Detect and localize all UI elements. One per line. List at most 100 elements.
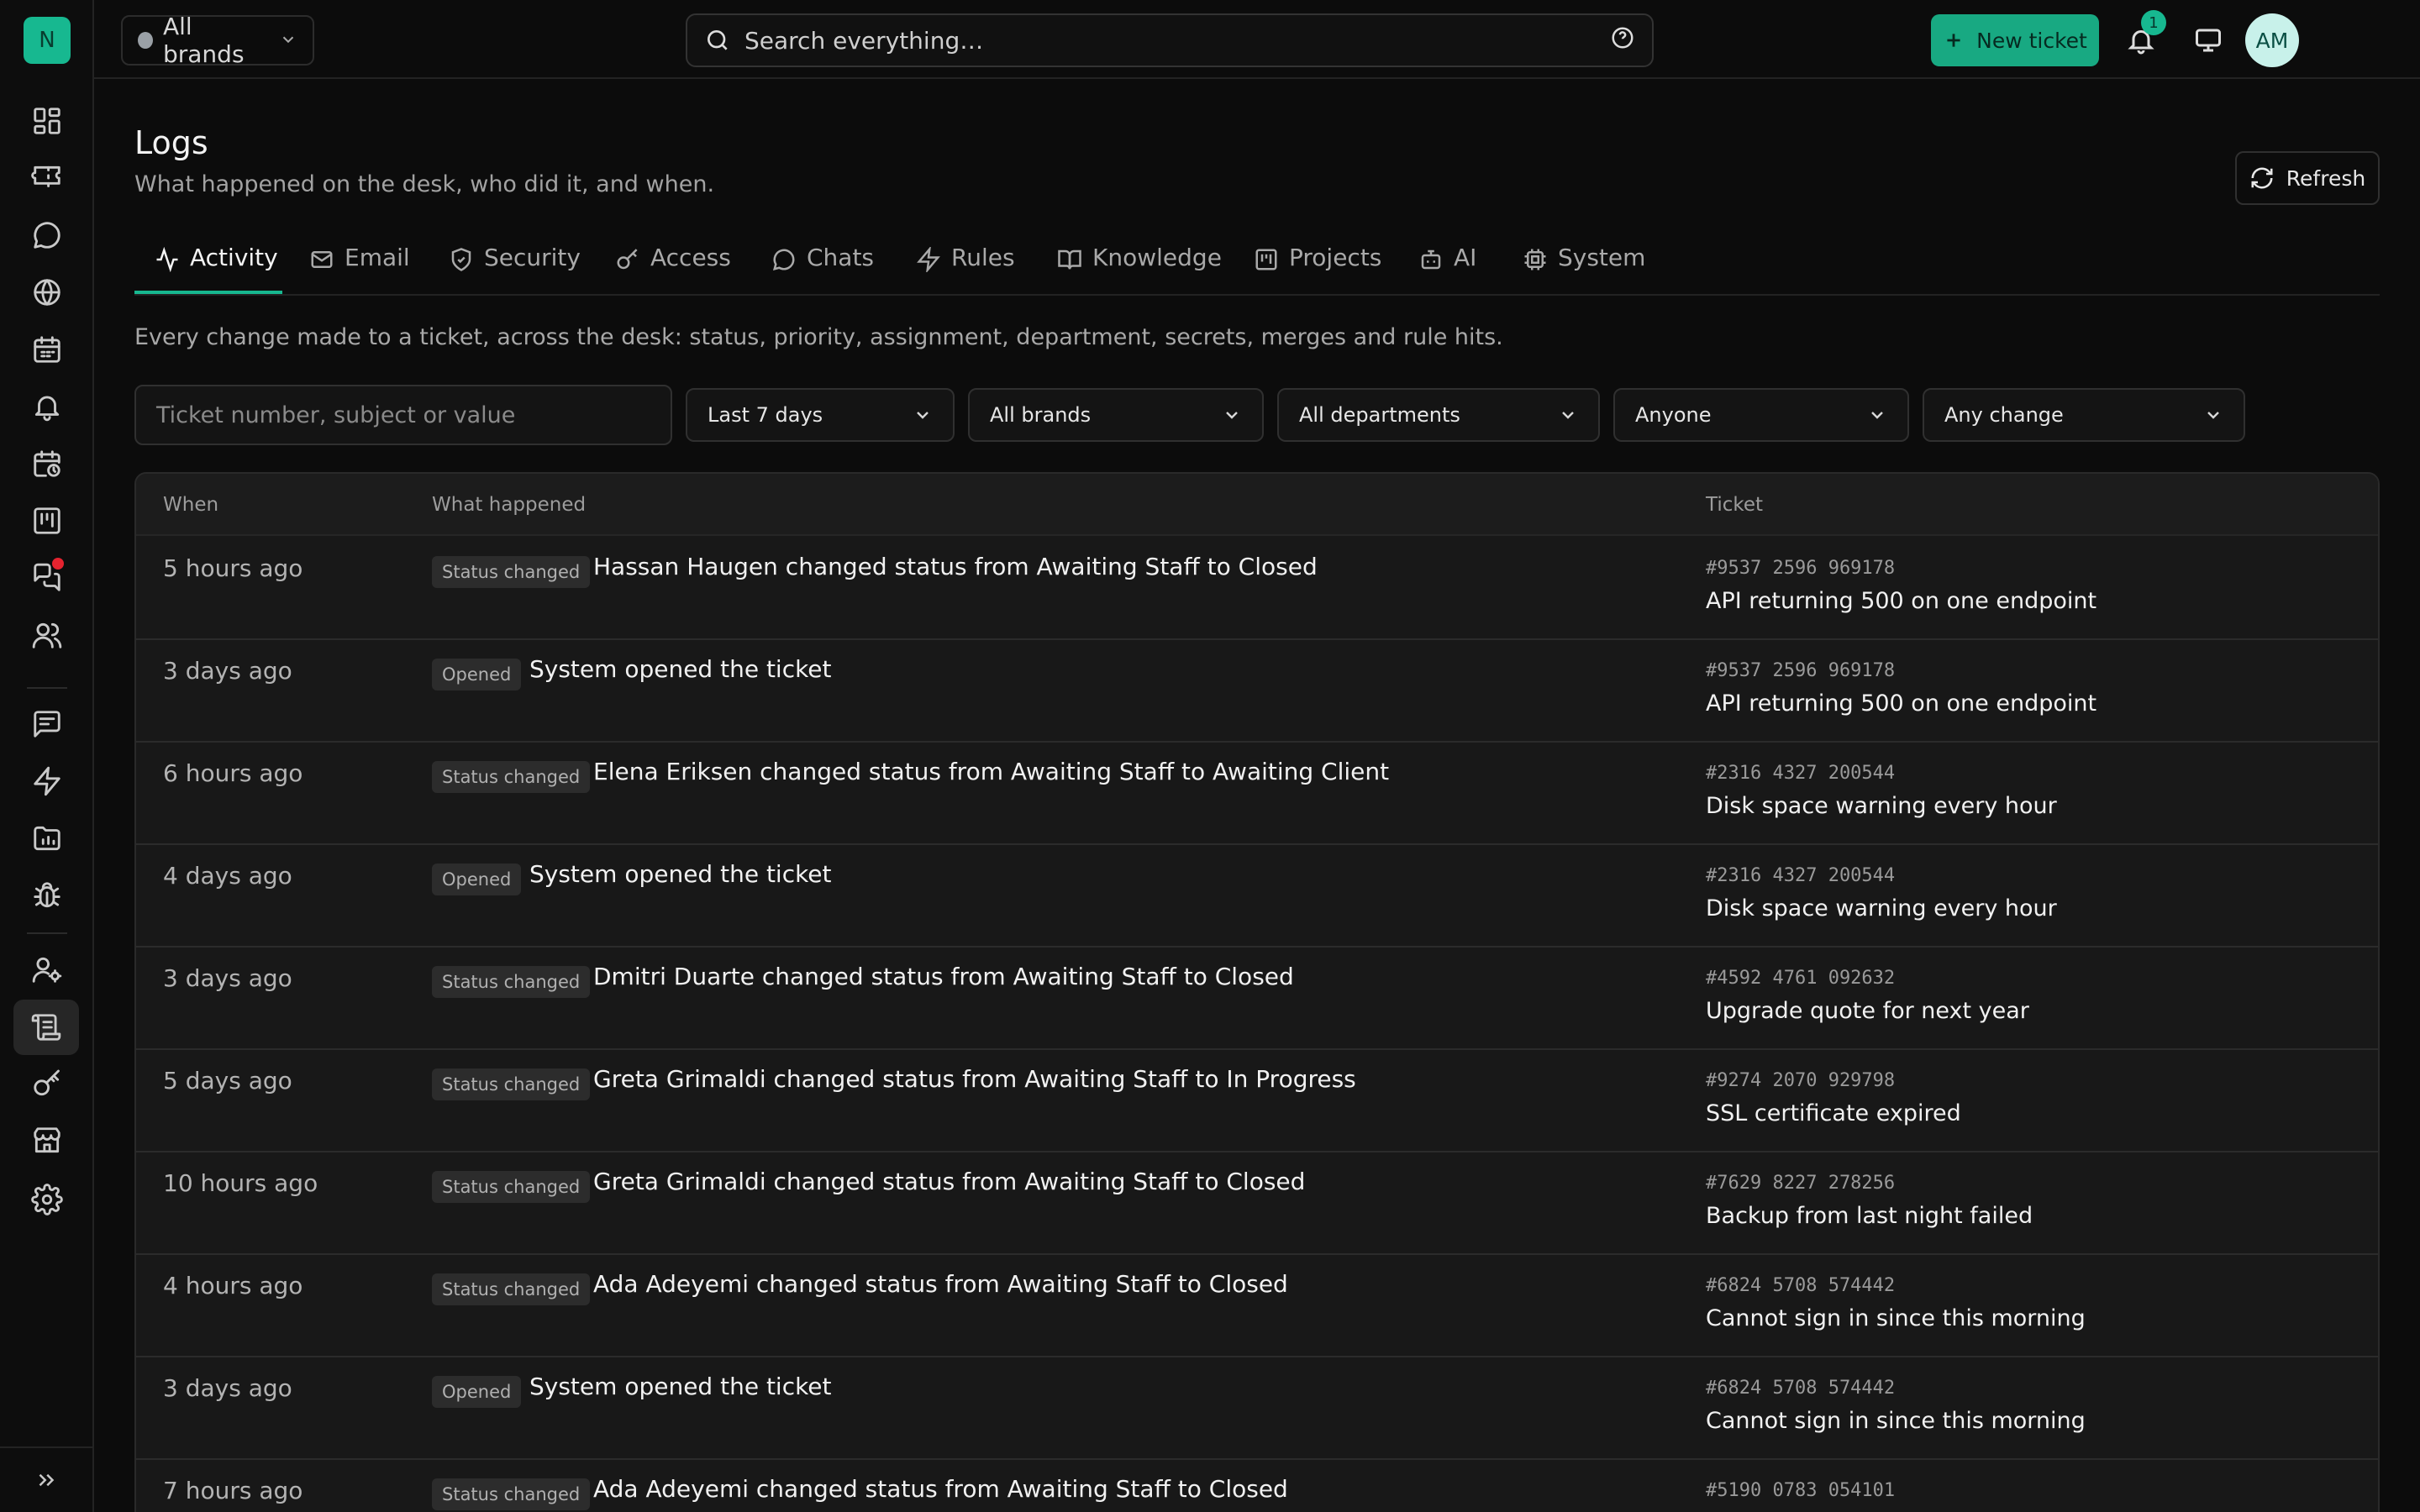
table-row[interactable]: 5 hours ago Status changed Hassan Haugen c… — [136, 538, 2378, 640]
global-search-input[interactable]: Search everything… — [686, 13, 1654, 67]
brand-filter-select[interactable]: All brands — [968, 388, 1264, 442]
brand-switcher[interactable]: All brands — [121, 13, 314, 68]
sidebar-item-board[interactable] — [24, 497, 71, 544]
sidebar-item-globe[interactable] — [24, 269, 71, 316]
sidebar-item-tickets[interactable] — [24, 155, 71, 202]
workspace-logo[interactable]: N — [24, 17, 71, 64]
table-row[interactable]: 5 days ago Status changed Greta Grimaldi c… — [136, 1050, 2378, 1152]
table-row[interactable]: 4 hours ago Status changed Ada Adeyemi cha… — [136, 1255, 2378, 1357]
date-range-select[interactable]: Last 7 days — [686, 388, 955, 442]
table-row[interactable]: 3 days ago Opened System opened the ticket… — [136, 1357, 2378, 1460]
ticket-number-link[interactable]: #2316 4327 200544 — [1706, 763, 1895, 784]
column-header-when: When — [163, 494, 219, 516]
change-type-badge: Opened — [432, 1376, 522, 1408]
chat-bubble-icon — [34, 222, 60, 249]
chevron-down-icon — [1871, 412, 1883, 419]
ticket-number-link[interactable]: #6824 5708 574442 — [1706, 1275, 1895, 1296]
calendar-icon — [34, 336, 60, 363]
tab-security[interactable]: Security — [449, 235, 581, 296]
ticket-number-link[interactable]: #9537 2596 969178 — [1706, 660, 1895, 681]
kanban-icon — [1255, 249, 1277, 270]
change-type-badge: Status changed — [432, 1273, 591, 1305]
table-row[interactable]: 6 hours ago Status changed Elena Eriksen c… — [136, 743, 2378, 845]
row-description: Greta Grimaldi changed status from Await… — [593, 1168, 1306, 1195]
ticket-number-link[interactable]: #4592 4761 092632 — [1706, 968, 1895, 989]
table-row[interactable]: 10 hours ago Status changed Greta Grimaldi… — [136, 1152, 2378, 1255]
chevron-down-icon — [917, 412, 929, 419]
ticket-number-link[interactable]: #2316 4327 200544 — [1706, 865, 1895, 886]
key-icon — [34, 1069, 60, 1096]
tab-rules[interactable]: Rules — [916, 235, 1015, 296]
refresh-button[interactable]: Refresh — [2235, 151, 2380, 205]
sidebar-item-user-settings[interactable] — [24, 946, 71, 993]
sidebar-item-messages[interactable] — [24, 554, 71, 601]
department-filter-select[interactable]: All departments — [1277, 388, 1600, 442]
change-type-filter-select[interactable]: Any change — [1923, 388, 2245, 442]
help-circle-icon[interactable] — [1610, 25, 1635, 56]
sidebar-item-users[interactable] — [24, 612, 71, 659]
ticket-number-link[interactable]: #9274 2070 929798 — [1706, 1070, 1895, 1091]
sidebar-item-keys[interactable] — [24, 1060, 71, 1107]
table-row[interactable]: 3 days ago Opened System opened the ticket… — [136, 640, 2378, 743]
ticket-number-link[interactable]: #6824 5708 574442 — [1706, 1378, 1895, 1399]
tab-activity[interactable]: Activity — [155, 235, 278, 296]
tab-knowledge[interactable]: Knowledge — [1057, 235, 1222, 296]
new-ticket-button[interactable]: New ticket — [1931, 14, 2099, 66]
ticket-number-link[interactable]: #9537 2596 969178 — [1706, 558, 1895, 579]
table-row[interactable]: 4 days ago Opened System opened the ticket… — [136, 845, 2378, 948]
actor-filter-select[interactable]: Anyone — [1613, 388, 1909, 442]
department-filter-value: All departments — [1299, 403, 1460, 427]
bot-icon — [1421, 249, 1441, 270]
display-mode-button[interactable] — [2188, 20, 2228, 60]
row-when: 6 hours ago — [163, 759, 303, 787]
sidebar-divider — [27, 687, 67, 689]
ticket-number-link[interactable]: #7629 8227 278256 — [1706, 1173, 1895, 1194]
row-when: 5 hours ago — [163, 554, 303, 582]
row-description: Greta Grimaldi changed status from Await… — [593, 1065, 1356, 1093]
ticket-subject: Cannot sign in since this morning — [1706, 1408, 2086, 1434]
folder-chart-icon — [34, 826, 60, 851]
sidebar-item-schedule[interactable] — [24, 440, 71, 487]
tab-access[interactable]: Access — [615, 235, 731, 296]
tab-system[interactable]: System — [1523, 235, 1645, 296]
sidebar-item-calendar[interactable] — [24, 326, 71, 373]
sidebar-item-chats[interactable] — [24, 212, 71, 259]
column-header-ticket: Ticket — [1706, 494, 1764, 516]
ticket-icon — [31, 165, 60, 187]
sidebar-item-store[interactable] — [24, 1117, 71, 1164]
unread-dot — [52, 558, 64, 570]
sidebar-item-reports[interactable] — [24, 815, 71, 862]
tab-ai[interactable]: AI — [1418, 235, 1476, 296]
shield-check-icon — [451, 248, 471, 271]
change-type-badge: Status changed — [432, 1478, 591, 1510]
table-row[interactable]: 3 days ago Status changed Dmitri Duarte ch… — [136, 948, 2378, 1050]
sidebar-item-settings[interactable] — [24, 1176, 71, 1223]
zap-icon — [34, 766, 60, 796]
brand-color-dot — [138, 32, 153, 49]
sidebar-divider-2 — [27, 932, 67, 934]
sidebar-item-dashboard[interactable] — [24, 97, 71, 144]
expand-sidebar-button[interactable] — [0, 1446, 92, 1512]
book-open-icon — [1058, 249, 1081, 270]
ticket-filter-input[interactable]: Ticket number, subject or value — [134, 385, 672, 445]
chevrons-right-icon — [39, 1473, 55, 1487]
sidebar-item-notifications[interactable] — [24, 383, 71, 430]
dashboard-icon — [34, 108, 60, 134]
table-row[interactable]: 7 hours ago Status changed Ada Adeyemi cha… — [136, 1460, 2378, 1512]
tab-chats[interactable]: Chats — [771, 235, 874, 296]
sidebar-item-bugs[interactable] — [24, 872, 71, 919]
tab-projects[interactable]: Projects — [1254, 235, 1381, 296]
sidebar-item-logs[interactable] — [13, 1000, 79, 1055]
sidebar-item-automations[interactable] — [24, 758, 71, 805]
ticket-number-link[interactable]: #5190 0783 054101 — [1706, 1480, 1895, 1501]
change-type-filter-value: Any change — [1944, 403, 2064, 427]
tab-email[interactable]: Email — [309, 235, 410, 296]
sidebar-item-articles[interactable] — [24, 701, 71, 748]
ticket-subject: Disk space warning every hour — [1706, 793, 2057, 819]
row-description: Hassan Haugen changed status from Awaiti… — [593, 553, 1318, 580]
store-icon — [34, 1127, 60, 1153]
mail-icon — [311, 251, 333, 268]
ticket-subject: API returning 500 on one endpoint — [1706, 690, 2097, 717]
gear-icon — [31, 1184, 63, 1215]
user-avatar[interactable]: AM — [2245, 13, 2299, 67]
